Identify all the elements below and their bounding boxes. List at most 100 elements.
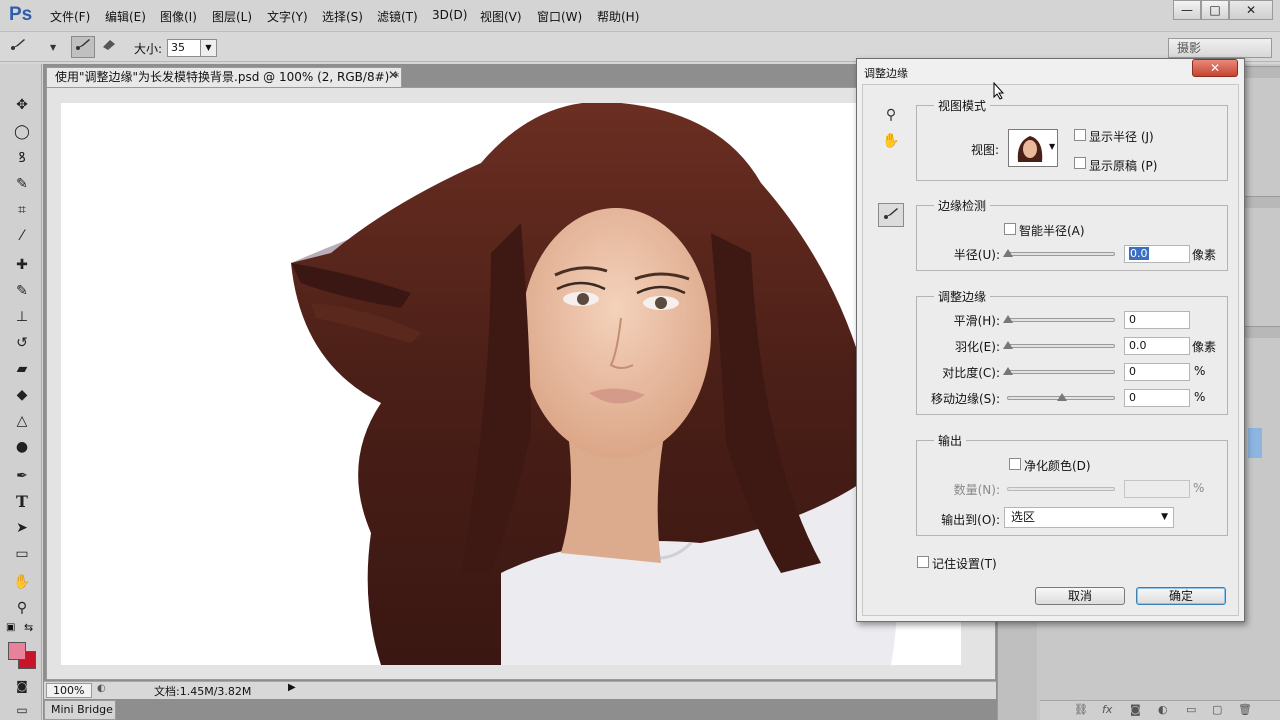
adjustment-layer-icon[interactable]: ◐ xyxy=(1158,703,1168,716)
refine-radius-icon[interactable] xyxy=(878,203,904,227)
swap-colors-icon[interactable]: ⇆ xyxy=(24,621,33,634)
view-preview-thumbnail[interactable]: ▼ xyxy=(1008,129,1058,167)
clone-stamp-tool-icon[interactable]: ⊥ xyxy=(10,306,34,328)
refine-radius-tool-icon[interactable] xyxy=(6,36,30,58)
new-group-icon[interactable]: ▭ xyxy=(1186,703,1196,716)
new-layer-icon[interactable]: ▢ xyxy=(1212,703,1222,716)
eraser-tool-icon[interactable]: ▰ xyxy=(10,358,34,380)
cancel-button[interactable]: 取消 xyxy=(1035,587,1125,605)
menu-help[interactable]: 帮助(H) xyxy=(597,8,639,25)
adjust-edge-title: 调整边缘 xyxy=(934,288,991,305)
shift-edge-label: 移动边缘(S): xyxy=(930,392,1000,406)
layer-selection-highlight[interactable] xyxy=(1248,428,1262,458)
default-colors-icon[interactable]: ▣ xyxy=(6,622,15,633)
layer-style-icon[interactable]: fx xyxy=(1102,703,1112,716)
zoom-tool-icon[interactable]: ⚲ xyxy=(10,597,34,619)
delete-layer-icon[interactable]: 🗑 xyxy=(1238,703,1252,716)
tool-preset-chevron-icon[interactable]: ▼ xyxy=(50,43,56,52)
feather-input[interactable]: 0.0 xyxy=(1124,337,1190,355)
amount-input xyxy=(1124,480,1190,498)
portrait-image xyxy=(291,103,897,665)
status-info-icon[interactable]: ◐ xyxy=(97,683,106,694)
dialog-title: 调整边缘 xyxy=(864,67,908,80)
brush-tool-icon[interactable]: ✎ xyxy=(10,280,34,302)
radius-slider-thumb[interactable] xyxy=(1003,249,1013,257)
menu-select[interactable]: 选择(S) xyxy=(322,8,363,25)
menu-edit[interactable]: 编辑(E) xyxy=(105,8,146,25)
view-label: 视图: xyxy=(971,143,1000,157)
path-selection-tool-icon[interactable]: ➤ xyxy=(10,517,34,539)
show-original-label: 显示原稿 (P) xyxy=(1089,159,1158,173)
decontaminate-checkbox[interactable] xyxy=(1009,458,1021,470)
contrast-slider-thumb[interactable] xyxy=(1003,367,1013,375)
menu-view[interactable]: 视图(V) xyxy=(480,8,522,25)
size-input[interactable]: 35 xyxy=(167,39,201,57)
hand-tool-icon[interactable]: ✋ xyxy=(10,571,34,593)
show-original-checkbox[interactable] xyxy=(1074,157,1086,169)
close-button[interactable]: ✕ xyxy=(1229,0,1273,20)
amount-slider xyxy=(1007,487,1115,491)
crop-tool-icon[interactable]: ⌗ xyxy=(10,199,34,221)
refine-radius-brush-icon[interactable] xyxy=(71,36,95,58)
menu-image[interactable]: 图像(I) xyxy=(160,8,197,25)
dodge-tool-icon[interactable]: ● xyxy=(10,436,34,458)
erase-refinements-icon[interactable] xyxy=(97,36,121,58)
rectangle-tool-icon[interactable]: ▭ xyxy=(10,543,34,565)
lasso-tool-icon[interactable]: ꝸ xyxy=(10,147,34,169)
pen-tool-icon[interactable]: ✒ xyxy=(10,465,34,487)
remember-settings-checkbox[interactable] xyxy=(917,556,929,568)
menu-window[interactable]: 窗口(W) xyxy=(537,8,582,25)
radius-input[interactable]: 0.0 xyxy=(1124,245,1190,263)
output-to-select[interactable]: 选区 ▼ xyxy=(1004,507,1174,528)
size-dropdown-chevron-icon[interactable]: ▼ xyxy=(200,39,217,57)
dialog-close-button[interactable]: ✕ xyxy=(1192,59,1238,77)
status-menu-arrow-icon[interactable]: ▶ xyxy=(288,682,296,693)
radius-slider[interactable] xyxy=(1007,252,1115,256)
paint-bucket-tool-icon[interactable]: ◆ xyxy=(10,384,34,406)
feather-label: 羽化(E): xyxy=(955,340,1000,354)
type-tool-icon[interactable]: T xyxy=(10,491,34,513)
blur-tool-icon[interactable]: △ xyxy=(10,410,34,432)
elliptical-marquee-tool-icon[interactable]: ◯ xyxy=(10,121,34,143)
workspace-switcher[interactable]: 摄影 xyxy=(1168,38,1272,58)
shift-edge-slider-thumb[interactable] xyxy=(1057,393,1067,401)
show-radius-checkbox[interactable] xyxy=(1074,129,1086,141)
menu-file[interactable]: 文件(F) xyxy=(50,8,90,25)
document-tab[interactable]: 使用"调整边缘"为长发模特换背景.psd @ 100% (2, RGB/8#) … xyxy=(46,67,402,87)
smart-radius-checkbox[interactable] xyxy=(1004,223,1016,235)
view-dropdown-chevron-icon[interactable]: ▼ xyxy=(1049,142,1055,151)
history-brush-tool-icon[interactable]: ↺ xyxy=(10,332,34,354)
move-tool-icon[interactable]: ✥ xyxy=(10,94,34,116)
smooth-input[interactable]: 0 xyxy=(1124,311,1190,329)
smooth-slider[interactable] xyxy=(1007,318,1115,322)
minimize-button[interactable]: — xyxy=(1173,0,1201,20)
hand-icon[interactable]: ✋ xyxy=(878,129,904,153)
view-mode-title: 视图模式 xyxy=(934,97,991,114)
menu-type[interactable]: 文字(Y) xyxy=(267,8,308,25)
smooth-slider-thumb[interactable] xyxy=(1003,315,1013,323)
document-close-icon[interactable]: ✕ xyxy=(388,68,398,82)
feather-slider-thumb[interactable] xyxy=(1003,341,1013,349)
zoom-level-field[interactable]: 100% xyxy=(46,683,92,698)
foreground-color-swatch[interactable] xyxy=(8,642,26,660)
menu-layer[interactable]: 图层(L) xyxy=(212,8,252,25)
contrast-slider[interactable] xyxy=(1007,370,1115,374)
link-layers-icon[interactable]: ⛓ xyxy=(1074,703,1088,716)
image-canvas[interactable] xyxy=(61,103,961,665)
mini-bridge-tab[interactable]: Mini Bridge xyxy=(44,700,116,720)
layer-mask-icon[interactable]: ◙ xyxy=(1130,703,1141,716)
contrast-input[interactable]: 0 xyxy=(1124,363,1190,381)
mouse-cursor-icon xyxy=(993,81,1005,104)
maximize-button[interactable]: □ xyxy=(1201,0,1229,20)
feather-slider[interactable] xyxy=(1007,344,1115,348)
menu-filter[interactable]: 滤镜(T) xyxy=(377,8,418,25)
quick-selection-tool-icon[interactable]: ✎ xyxy=(10,173,34,195)
spot-healing-tool-icon[interactable]: ✚ xyxy=(10,254,34,276)
zoom-icon[interactable]: ⚲ xyxy=(878,103,904,127)
quick-mask-icon[interactable]: ◙ xyxy=(10,675,34,697)
shift-edge-input[interactable]: 0 xyxy=(1124,389,1190,407)
eyedropper-tool-icon[interactable]: ⁄ xyxy=(10,225,34,247)
ok-button[interactable]: 确定 xyxy=(1136,587,1226,605)
screen-mode-icon[interactable]: ▭ xyxy=(10,699,34,720)
menu-3d[interactable]: 3D(D) xyxy=(432,8,467,22)
